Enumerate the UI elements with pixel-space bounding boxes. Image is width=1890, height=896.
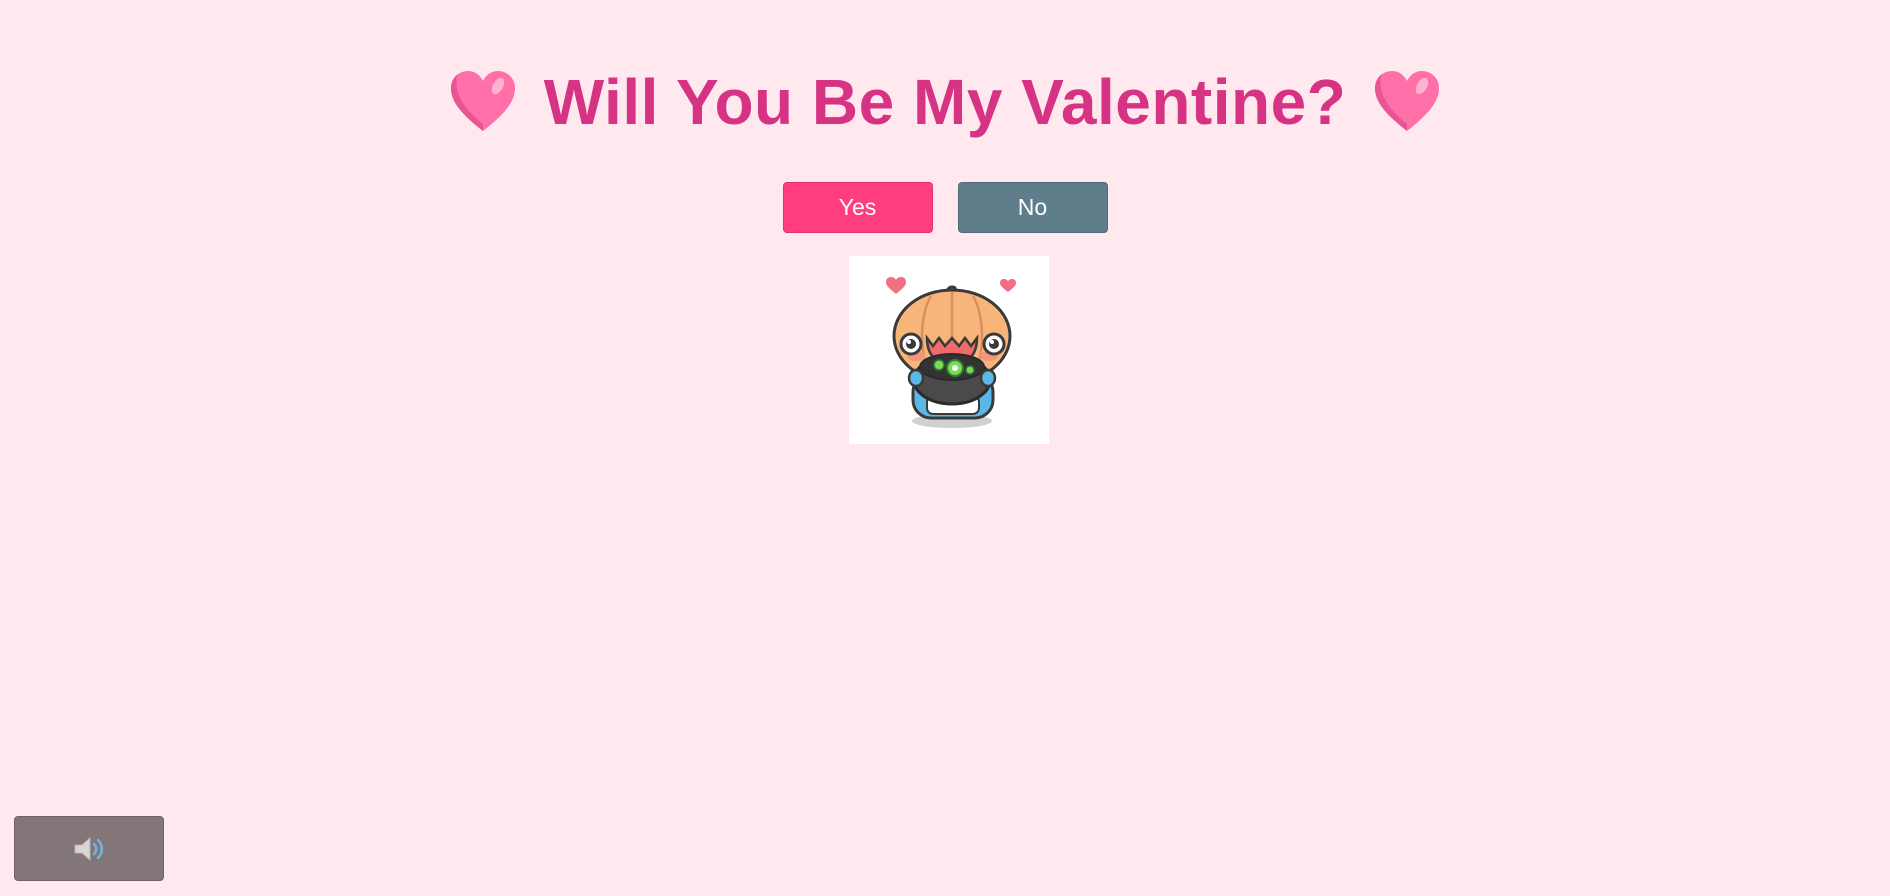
sound-toggle-button[interactable] (14, 816, 164, 881)
valentine-page: Will You Be My Valentine? Yes No (0, 0, 1890, 896)
page-title: Will You Be My Valentine? (543, 66, 1347, 138)
title-row: Will You Be My Valentine? (0, 62, 1890, 142)
no-button[interactable]: No (957, 182, 1108, 233)
pumpkin-cauldron-sticker (886, 277, 1016, 428)
pink-heart-icon (450, 71, 515, 131)
pumpkin-sticker-image (849, 256, 1049, 444)
answer-buttons: Yes No (0, 182, 1890, 233)
pink-heart-icon (1375, 71, 1440, 131)
speaker-icon (74, 836, 103, 861)
yes-button[interactable]: Yes (782, 182, 933, 233)
